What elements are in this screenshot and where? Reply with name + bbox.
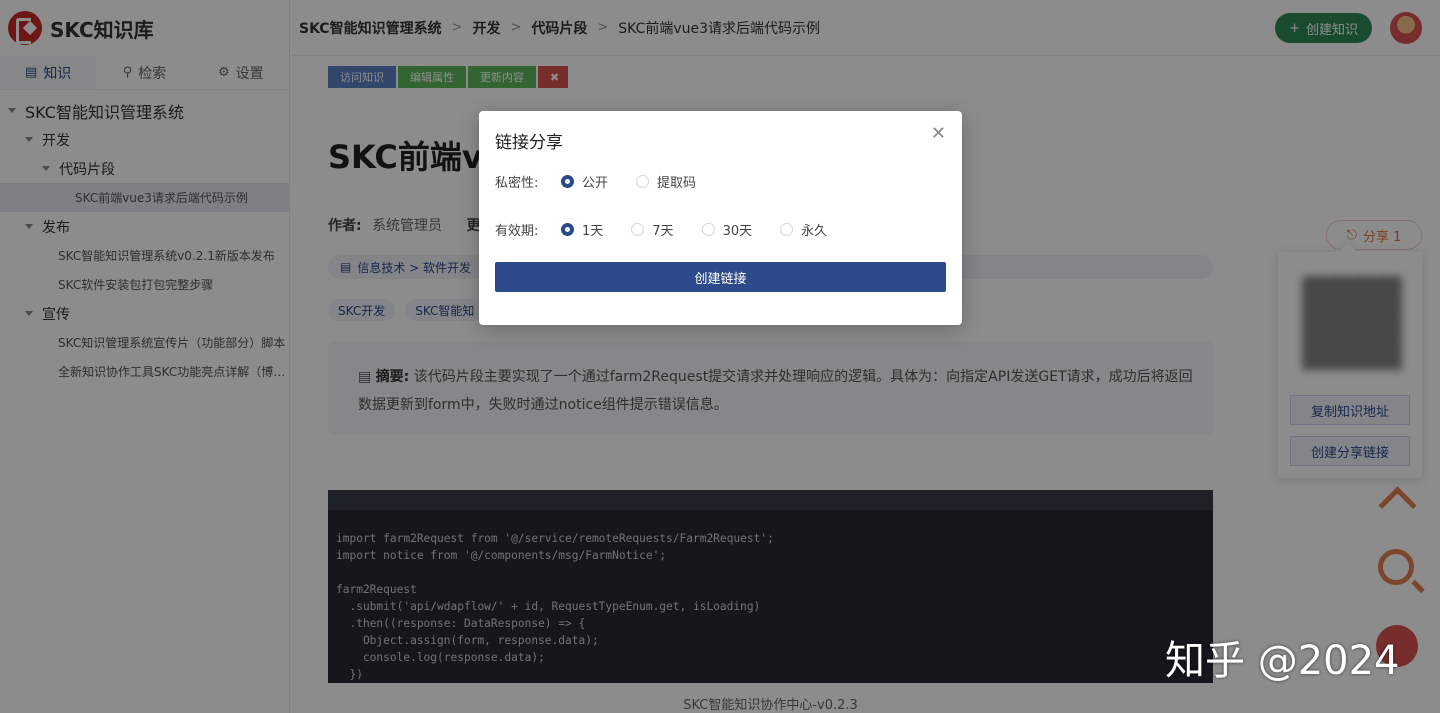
- validity-option-7d[interactable]: 7天: [631, 220, 674, 239]
- radio-icon: [701, 223, 715, 236]
- watermark: 知乎 @2024: [1165, 638, 1400, 684]
- privacy-option-code[interactable]: 提取码: [636, 172, 696, 191]
- radio-checked-icon: [561, 223, 574, 236]
- modal-overlay[interactable]: [0, 0, 1440, 713]
- radio-label: 公开: [582, 176, 609, 191]
- create-link-button[interactable]: 创建链接: [495, 262, 946, 292]
- validity-option-30d[interactable]: 30天: [701, 220, 753, 239]
- radio-label: 1天: [582, 224, 604, 239]
- validity-option-1d[interactable]: 1天: [561, 220, 603, 239]
- share-link-dialog: 链接分享 ✕ 私密性: 公开 提取码 有效期: 1天 7天 30天 永久 创建链…: [479, 111, 962, 325]
- privacy-label: 私密性:: [495, 176, 539, 191]
- radio-icon: [780, 223, 794, 236]
- radio-label: 永久: [801, 224, 828, 239]
- validity-option-forever[interactable]: 永久: [780, 220, 827, 239]
- radio-checked-icon: [561, 175, 574, 188]
- validity-field: 有效期: 1天 7天 30天 永久: [495, 220, 855, 239]
- privacy-option-public[interactable]: 公开: [561, 172, 608, 191]
- privacy-field: 私密性: 公开 提取码: [495, 172, 724, 191]
- validity-label: 有效期:: [495, 224, 539, 239]
- radio-icon: [636, 175, 650, 188]
- radio-label: 提取码: [657, 176, 697, 191]
- dialog-title: 链接分享: [495, 133, 563, 153]
- radio-icon: [631, 223, 645, 236]
- radio-label: 30天: [722, 224, 753, 239]
- radio-label: 7天: [652, 224, 674, 239]
- close-icon[interactable]: ✕: [931, 123, 946, 144]
